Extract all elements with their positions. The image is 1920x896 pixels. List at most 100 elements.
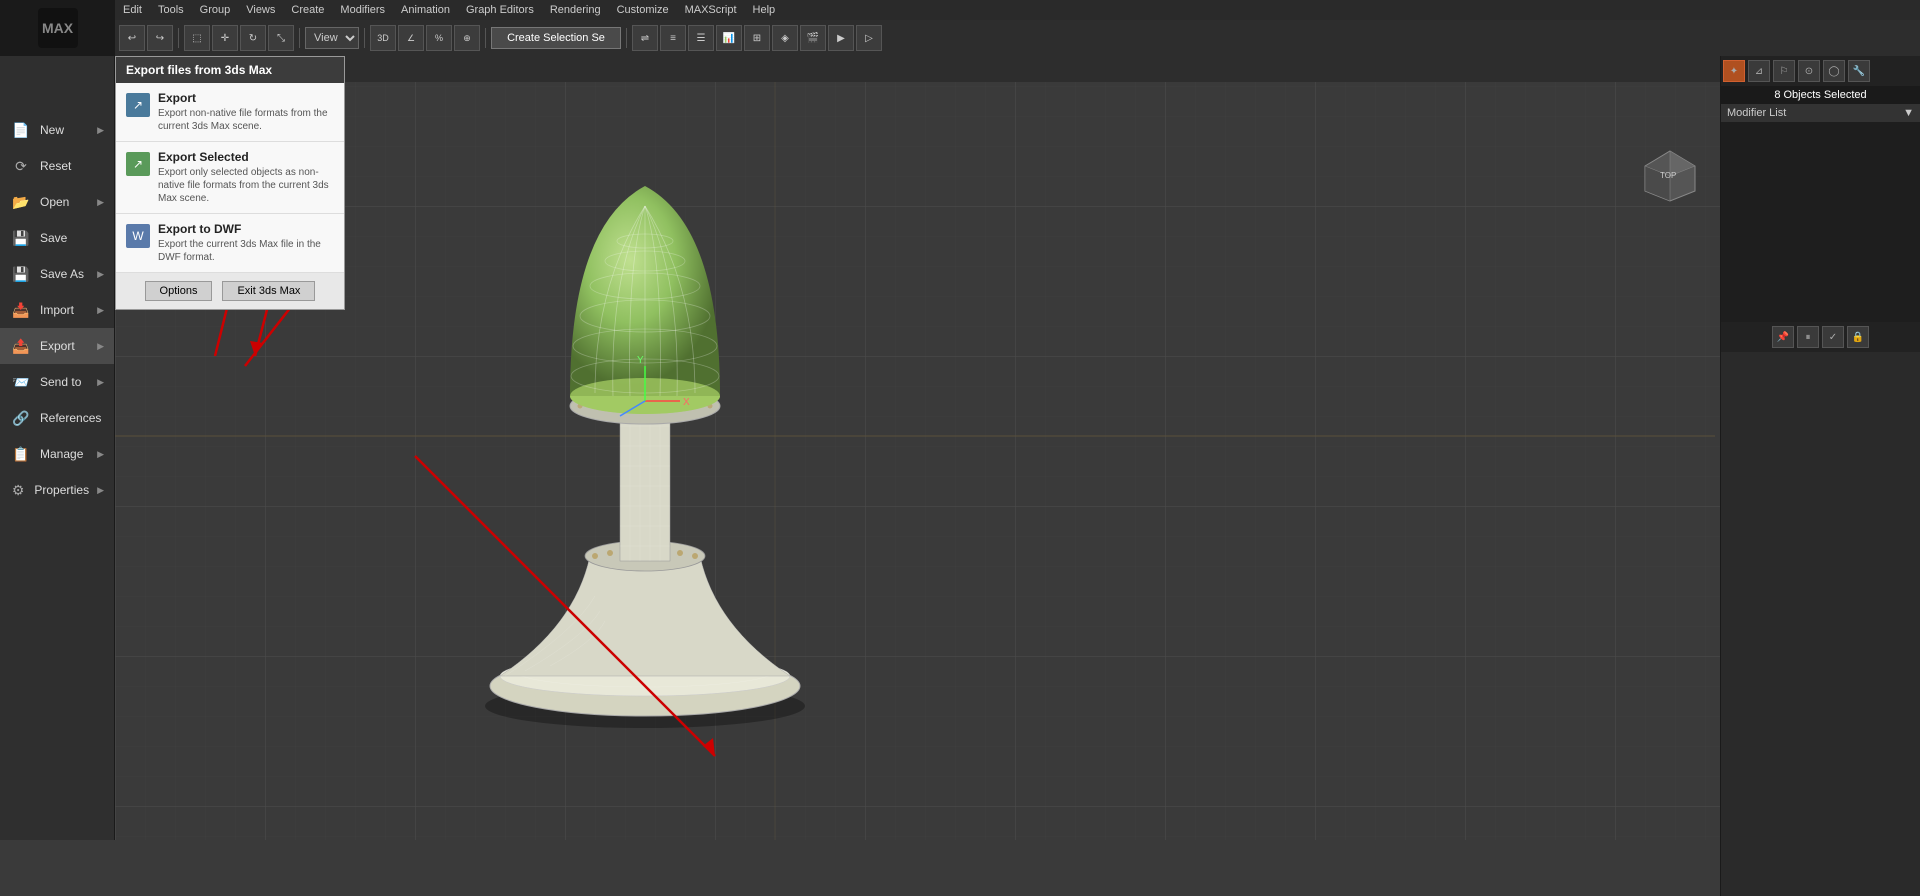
menu-modifiers[interactable]: Modifiers	[332, 0, 393, 20]
lock-button[interactable]: 🔒	[1847, 326, 1869, 348]
sidebar-item-reset[interactable]: ⟳ Reset	[0, 148, 114, 184]
schematic-view[interactable]: ⊞	[744, 25, 770, 51]
render-last[interactable]: ▷	[856, 25, 882, 51]
mirror-button[interactable]: ⇌	[632, 25, 658, 51]
percent-snap[interactable]: %	[426, 25, 452, 51]
layer-button[interactable]: ☰	[688, 25, 714, 51]
export-panel: Export files from 3ds Max ↗ Export Expor…	[115, 56, 345, 310]
move-button[interactable]: ✛	[212, 25, 238, 51]
import-icon: 📥	[10, 299, 32, 321]
select-button[interactable]: ⬚	[184, 25, 210, 51]
toolbar-sep-2	[299, 28, 300, 48]
reset-icon: ⟳	[10, 155, 32, 177]
sidebar-item-properties[interactable]: ⚙ Properties ▶	[0, 472, 114, 508]
exit-3ds-max-button[interactable]: Exit 3ds Max	[222, 281, 315, 301]
menu-help[interactable]: Help	[745, 0, 784, 20]
export-dwf-title: Export to DWF	[158, 222, 334, 236]
export-item-export-content: Export Export non-native file formats fr…	[158, 91, 334, 133]
utilities-panel-icon[interactable]: 🔧	[1848, 60, 1870, 82]
open-icon: 📂	[10, 191, 32, 213]
viewport[interactable]: X Y View TOP	[115, 56, 1920, 840]
export-dwf-icon: W	[126, 224, 150, 248]
track-view[interactable]: 📊	[716, 25, 742, 51]
right-panel-icon-row: ✦ ⊿ ⚐ ⊙ ◯ 🔧	[1721, 56, 1920, 86]
right-panel: ✦ ⊿ ⚐ ⊙ ◯ 🔧 8 Objects Selected Modifier …	[1720, 56, 1920, 896]
toolbar: ↩ ↪ ⬚ ✛ ↻ ⤡ View 3D ∠ % ⊕ Create Selecti…	[115, 20, 1920, 56]
view-dropdown[interactable]: View	[305, 27, 359, 49]
menu-tools[interactable]: Tools	[150, 0, 192, 20]
hierarchy-panel-icon[interactable]: ⚐	[1773, 60, 1795, 82]
sidebar-item-export[interactable]: 📤 Export ▶	[0, 328, 114, 364]
send-to-arrow: ▶	[97, 377, 104, 388]
export-selected-desc: Export only selected objects as non-nati…	[158, 166, 334, 205]
save-as-icon: 💾	[10, 263, 32, 285]
export-arrow: ▶	[97, 341, 104, 352]
sidebar-item-manage[interactable]: 📋 Manage ▶	[0, 436, 114, 472]
align-button[interactable]: ≡	[660, 25, 686, 51]
manage-arrow: ▶	[97, 449, 104, 460]
create-panel-icon[interactable]: ✦	[1723, 60, 1745, 82]
save-icon: 💾	[10, 227, 32, 249]
pause-button[interactable]: ⏸	[1797, 326, 1819, 348]
redo-button[interactable]: ↪	[147, 25, 173, 51]
material-editor[interactable]: ◈	[772, 25, 798, 51]
menu-rendering[interactable]: Rendering	[542, 0, 609, 20]
cube-navigator[interactable]: TOP	[1640, 146, 1700, 206]
pin-button[interactable]: 📌	[1772, 326, 1794, 348]
undo-button[interactable]: ↩	[119, 25, 145, 51]
modifier-list-header[interactable]: Modifier List ▼	[1721, 104, 1920, 122]
svg-text:X: X	[683, 397, 690, 408]
menu-maxscript[interactable]: MAXScript	[677, 0, 745, 20]
menu-customize[interactable]: Customize	[609, 0, 677, 20]
angle-snap[interactable]: ∠	[398, 25, 424, 51]
sidebar-item-send-to[interactable]: 📨 Send to ▶	[0, 364, 114, 400]
export-selected-title: Export Selected	[158, 150, 334, 164]
new-arrow: ▶	[97, 125, 104, 136]
export-icon: 📤	[10, 335, 32, 357]
toolbar-sep-4	[485, 28, 486, 48]
scale-button[interactable]: ⤡	[268, 25, 294, 51]
render-setup[interactable]: 🎬	[800, 25, 826, 51]
export-item-export-title: Export	[158, 91, 334, 105]
properties-icon: ⚙	[10, 479, 26, 501]
sidebar-item-import[interactable]: 📥 Import ▶	[0, 292, 114, 328]
sidebar-item-open[interactable]: 📂 Open ▶	[0, 184, 114, 220]
export-selected-icon: ↗	[126, 152, 150, 176]
open-arrow: ▶	[97, 197, 104, 208]
motion-panel-icon[interactable]: ⊙	[1798, 60, 1820, 82]
viewport-top-bar: Manipulate ⚙	[115, 56, 1720, 82]
create-selection-button[interactable]: Create Selection Se	[491, 27, 621, 49]
menu-edit[interactable]: Edit	[115, 0, 150, 20]
sidebar-item-new[interactable]: 📄 New ▶	[0, 112, 114, 148]
send-to-icon: 📨	[10, 371, 32, 393]
export-item-export[interactable]: ↗ Export Export non-native file formats …	[116, 83, 344, 142]
display-panel-icon[interactable]: ◯	[1823, 60, 1845, 82]
sidebar-item-save[interactable]: 💾 Save	[0, 220, 114, 256]
max-logo-icon: MAX	[38, 8, 78, 48]
menu-animation[interactable]: Animation	[393, 0, 458, 20]
export-item-dwf[interactable]: W Export to DWF Export the current 3ds M…	[116, 214, 344, 273]
modify-panel-icon[interactable]: ⊿	[1748, 60, 1770, 82]
max-logo[interactable]: MAX	[0, 0, 115, 56]
menu-group[interactable]: Group	[192, 0, 239, 20]
sidebar-item-save-as[interactable]: 💾 Save As ▶	[0, 256, 114, 292]
spinner-snap[interactable]: ⊕	[454, 25, 480, 51]
properties-arrow: ▶	[97, 485, 104, 496]
snap-toggle[interactable]: 3D	[370, 25, 396, 51]
export-item-selected-content: Export Selected Export only selected obj…	[158, 150, 334, 205]
check-button[interactable]: ✓	[1822, 326, 1844, 348]
manage-icon: 📋	[10, 443, 32, 465]
export-item-dwf-content: Export to DWF Export the current 3ds Max…	[158, 222, 334, 264]
top-menubar: Edit Tools Group Views Create Modifiers …	[115, 0, 1920, 20]
sidebar-item-references[interactable]: 🔗 References	[0, 400, 114, 436]
options-button[interactable]: Options	[145, 281, 213, 301]
export-dwf-desc: Export the current 3ds Max file in the D…	[158, 238, 334, 264]
menu-create[interactable]: Create	[283, 0, 332, 20]
export-item-selected[interactable]: ↗ Export Selected Export only selected o…	[116, 142, 344, 214]
render-frame[interactable]: ▶	[828, 25, 854, 51]
menu-graph-editors[interactable]: Graph Editors	[458, 0, 542, 20]
rotate-button[interactable]: ↻	[240, 25, 266, 51]
menu-views[interactable]: Views	[238, 0, 283, 20]
objects-selected-label: 8 Objects Selected	[1721, 86, 1920, 104]
toolbar-sep-3	[364, 28, 365, 48]
